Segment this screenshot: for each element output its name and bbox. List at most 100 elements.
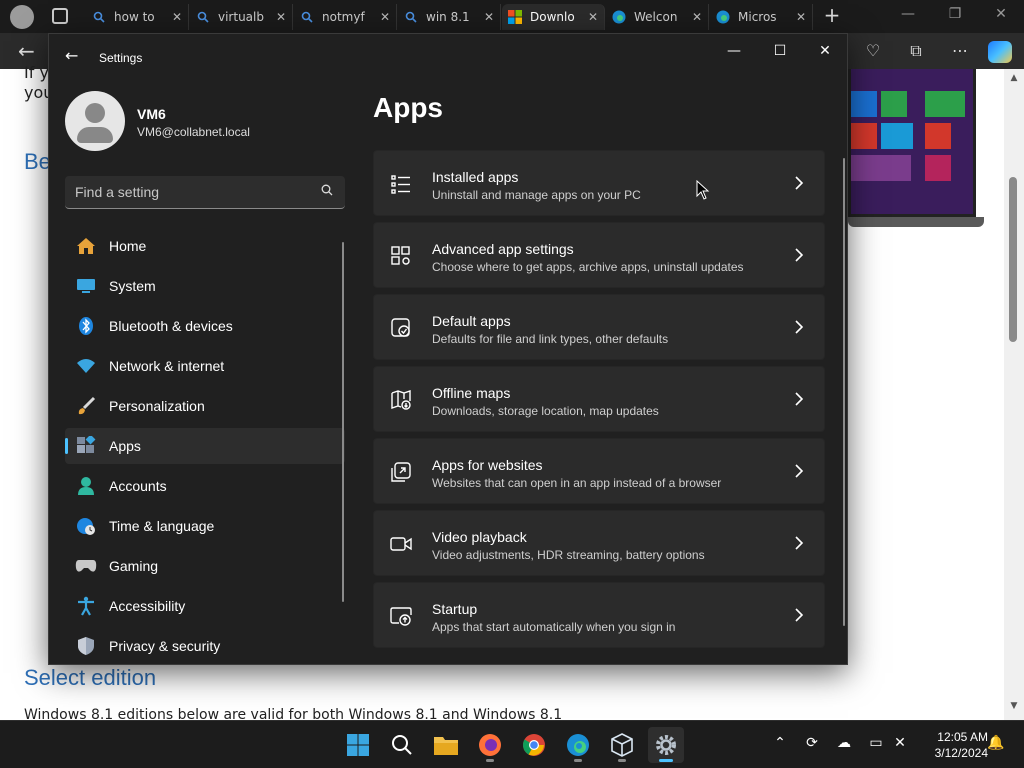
- maximize-icon[interactable]: ☐: [765, 42, 795, 60]
- apps-icon: [75, 436, 97, 456]
- card-startup[interactable]: Startup Apps that start automatically wh…: [373, 582, 825, 648]
- taskbar-chrome[interactable]: [516, 727, 552, 763]
- card-video-playback[interactable]: Video playback Video adjustments, HDR st…: [373, 510, 825, 576]
- volume-muted-icon[interactable]: ✕: [890, 735, 910, 751]
- user-name: VM6: [137, 106, 166, 122]
- tile: [925, 91, 965, 117]
- card-default-apps[interactable]: Default apps Defaults for file and link …: [373, 294, 825, 360]
- tab-close-icon[interactable]: ✕: [276, 10, 286, 24]
- extensions-icon[interactable]: ⧉: [905, 41, 927, 61]
- sync-icon[interactable]: ⟳: [802, 735, 822, 751]
- scroll-up-icon[interactable]: ▲: [1008, 73, 1020, 83]
- taskbar-file-explorer[interactable]: [428, 727, 464, 763]
- close-icon[interactable]: ✕: [986, 6, 1016, 22]
- tab-close-icon[interactable]: ✕: [380, 10, 390, 24]
- sidebar-item-bluetooth[interactable]: Bluetooth & devices: [65, 308, 345, 344]
- copilot-icon[interactable]: [988, 41, 1012, 63]
- tab-2[interactable]: notmyf ✕: [294, 4, 397, 30]
- tab-3[interactable]: win 8.1 ✕: [398, 4, 501, 30]
- taskbar-edge[interactable]: [560, 727, 596, 763]
- tile: [851, 123, 877, 149]
- tab-close-icon[interactable]: ✕: [484, 10, 494, 24]
- search-icon: [392, 735, 412, 755]
- taskbar-settings[interactable]: [648, 727, 684, 763]
- laptop-image: [848, 69, 984, 237]
- tab-close-icon[interactable]: ✕: [588, 10, 598, 24]
- page-scrollbar[interactable]: ▲ ▼: [1004, 69, 1024, 720]
- tab-title: Welcon: [634, 10, 678, 24]
- back-arrow-icon[interactable]: ←: [18, 39, 35, 63]
- taskbar-virtualbox[interactable]: [604, 727, 640, 763]
- scroll-down-icon[interactable]: ▼: [1008, 701, 1020, 711]
- tab-actions-icon[interactable]: [52, 8, 68, 24]
- back-arrow-icon[interactable]: ←: [65, 48, 81, 64]
- sidebar-item-accessibility[interactable]: Accessibility: [65, 588, 345, 624]
- running-indicator: [618, 759, 626, 762]
- search-box[interactable]: [65, 176, 345, 209]
- page-text: If y: [24, 63, 49, 82]
- tab-1[interactable]: virtualb ✕: [190, 4, 293, 30]
- start-button[interactable]: [340, 727, 376, 763]
- minimize-icon[interactable]: —: [893, 6, 923, 22]
- card-installed-apps[interactable]: Installed apps Uninstall and manage apps…: [373, 150, 825, 216]
- notification-bell-icon[interactable]: 🔔: [986, 735, 1006, 751]
- installed-apps-icon: [391, 175, 410, 194]
- edge-icon: [716, 10, 730, 24]
- sidebar-item-apps[interactable]: Apps: [65, 428, 345, 464]
- search-input[interactable]: [75, 182, 305, 202]
- sidebar-item-accounts[interactable]: Accounts: [65, 468, 345, 504]
- tab-6[interactable]: Micros ✕: [710, 4, 813, 30]
- restore-icon[interactable]: ❐: [940, 6, 970, 22]
- chevron-right-icon: [795, 392, 804, 406]
- chevron-up-icon[interactable]: ⌃: [770, 735, 790, 751]
- tab-close-icon[interactable]: ✕: [692, 10, 702, 24]
- card-offline-maps[interactable]: Offline maps Downloads, storage location…: [373, 366, 825, 432]
- sidebar-item-label: Bluetooth & devices: [109, 318, 233, 334]
- startup-icon: [390, 607, 412, 626]
- search-icon: [196, 10, 210, 24]
- health-icon[interactable]: ♡: [862, 41, 884, 61]
- sidebar-item-privacy-security[interactable]: Privacy & security: [65, 628, 345, 664]
- edge-icon: [567, 734, 589, 756]
- chevron-right-icon: [795, 464, 804, 478]
- clock[interactable]: 12:05 AM 3/12/2024: [918, 729, 988, 761]
- tab-4[interactable]: Downlo ✕: [502, 4, 605, 30]
- sidebar-item-label: Privacy & security: [109, 638, 221, 654]
- tab-5[interactable]: Welcon ✕: [606, 4, 709, 30]
- more-icon[interactable]: ⋯: [949, 41, 971, 61]
- taskbar-firefox[interactable]: [472, 727, 508, 763]
- card-advanced-app-settings[interactable]: Advanced app settings Choose where to ge…: [373, 222, 825, 288]
- taskbar: ⌃ ⟳ ☁ ▭ ✕ 12:05 AM 3/12/2024 🔔: [0, 720, 1024, 768]
- onedrive-icon[interactable]: ☁: [834, 735, 854, 751]
- content-scrollbar[interactable]: [843, 158, 845, 626]
- virtualbox-icon: [611, 733, 633, 757]
- sidebar-item-gaming[interactable]: Gaming: [65, 548, 345, 584]
- sidebar-scrollbar[interactable]: [342, 242, 344, 602]
- card-title: Installed apps: [432, 169, 519, 185]
- sidebar-item-network[interactable]: Network & internet: [65, 348, 345, 384]
- card-apps-for-websites[interactable]: Apps for websites Websites that can open…: [373, 438, 825, 504]
- clock-date: 3/12/2024: [934, 746, 988, 760]
- chevron-right-icon: [795, 608, 804, 622]
- chrome-icon: [523, 734, 545, 756]
- tab-0[interactable]: how to ✕: [86, 4, 189, 30]
- new-tab-button[interactable]: +: [820, 4, 844, 28]
- tab-strip: how to ✕ virtualb ✕ notmyf ✕ win 8.1 ✕ D…: [0, 0, 1024, 33]
- scroll-thumb[interactable]: [1009, 177, 1017, 342]
- sidebar-item-system[interactable]: System: [65, 268, 345, 304]
- tab-close-icon[interactable]: ✕: [172, 10, 182, 24]
- search-icon: [300, 10, 314, 24]
- network-icon[interactable]: ▭: [866, 735, 886, 751]
- sidebar-item-personalization[interactable]: Personalization: [65, 388, 345, 424]
- accessibility-icon: [75, 596, 97, 616]
- sidebar-item-home[interactable]: Home: [65, 228, 345, 264]
- sidebar-item-time-language[interactable]: Time & language: [65, 508, 345, 544]
- chevron-right-icon: [795, 248, 804, 262]
- taskbar-search-button[interactable]: [384, 727, 420, 763]
- profile-avatar[interactable]: [10, 5, 34, 29]
- close-icon[interactable]: ✕: [810, 42, 840, 60]
- minimize-icon[interactable]: —: [719, 42, 749, 60]
- sidebar-item-label: Personalization: [109, 398, 205, 414]
- avatar[interactable]: [65, 91, 125, 151]
- tab-close-icon[interactable]: ✕: [796, 10, 806, 24]
